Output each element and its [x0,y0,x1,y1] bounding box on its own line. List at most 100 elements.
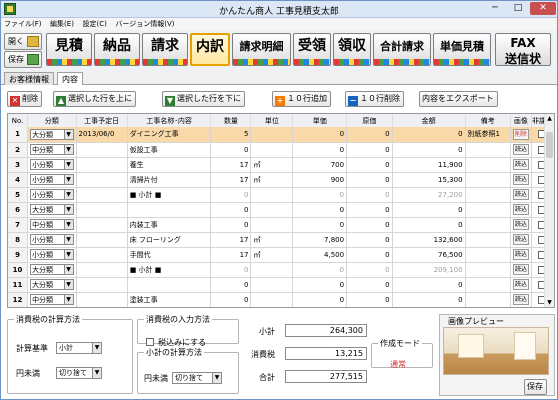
image-action-button[interactable]: 読込 [512,204,529,215]
table-row[interactable]: 3 小分類 ▼ 養生 17 ㎡ 700 0 11,900 読込 [8,157,554,173]
tax-rounding-select[interactable]: 切り捨て ▼ [56,367,102,379]
item-name-cell[interactable]: ■ 小計 ■ [127,187,212,203]
category-select[interactable]: 小分類 ▼ [27,232,77,248]
mode-button-unit-price-estimate[interactable]: 単価見積 [433,33,491,66]
category-combo[interactable]: 中分類 ▼ [30,294,74,305]
unit-cell[interactable] [250,127,294,143]
scroll-thumb[interactable] [546,132,553,158]
cost-cell[interactable]: 0 [346,277,393,293]
category-combo[interactable]: 小分類 ▼ [30,234,74,245]
table-row[interactable]: 12 中分類 ▼ 塗装工事 0 0 0 0 読込 [8,292,554,307]
column-header[interactable]: 原価 [346,114,393,127]
mode-button-estimate[interactable]: 見積 [46,33,92,66]
cost-cell[interactable]: 0 [346,202,393,218]
mode-button-invoice-detail[interactable]: 請求明細 [232,33,291,66]
category-select[interactable]: 中分類 ▼ [27,142,77,158]
delete-row-button[interactable]: ✕ 削除 [7,91,42,107]
image-action-button[interactable]: 読込 [512,174,529,185]
category-select[interactable]: 中分類 ▼ [27,217,77,233]
note-cell[interactable] [465,277,511,293]
amount-cell[interactable]: 0 [392,292,466,307]
unit-price-cell[interactable]: 0 [292,202,348,218]
unit-cell[interactable] [250,202,294,218]
item-name-cell[interactable]: ダイニング工事 [127,127,212,143]
delete-rows-button[interactable]: −１０行削除 [345,91,404,107]
note-cell[interactable] [465,172,511,188]
image-button[interactable]: 削除 [510,127,532,143]
table-row[interactable]: 5 小分類 ▼ ■ 小計 ■ 0 0 0 27,200 読込 [8,187,554,203]
schedule-date-cell[interactable]: 2013/06/0 [76,127,128,143]
table-row[interactable]: 1 大分類 ▼ 2013/06/0 ダイニング工事 5 0 0 0 別紙参照1 削除 [8,127,554,143]
quantity-cell[interactable]: 17 [210,172,252,188]
note-cell[interactable] [465,217,511,233]
cost-cell[interactable]: 0 [346,262,393,278]
quantity-cell[interactable]: 0 [210,202,252,218]
move-up-button[interactable]: ▲ 選択した行を上に [53,91,136,107]
image-action-button[interactable]: 読込 [512,159,529,170]
image-action-button[interactable]: 読込 [512,264,529,275]
item-name-cell[interactable]: 塗装工事 [127,292,212,307]
schedule-date-cell[interactable] [76,187,128,203]
image-action-button[interactable]: 読込 [512,249,529,260]
table-row[interactable]: 11 大分類 ▼ 0 0 0 0 読込 [8,277,554,293]
category-select[interactable]: 小分類 ▼ [27,187,77,203]
move-down-button[interactable]: ▼ 選択した行を下に [162,91,245,107]
cost-cell[interactable]: 0 [346,247,393,263]
amount-cell[interactable]: 0 [392,127,466,143]
schedule-date-cell[interactable] [76,232,128,248]
note-cell[interactable] [465,202,511,218]
tab-customer-info[interactable]: お客様情報 [4,72,54,85]
basis-select[interactable]: 小計 ▼ [56,342,102,354]
amount-cell[interactable]: 209,100 [392,262,466,278]
mode-button-breakdown[interactable]: 内訳 [190,33,230,66]
scroll-down-icon[interactable]: ▼ [545,298,554,307]
column-header[interactable]: No. [8,114,29,127]
image-button[interactable]: 読込 [510,277,532,293]
amount-cell[interactable]: 0 [392,217,466,233]
item-name-cell[interactable]: 内装工事 [127,217,212,233]
category-select[interactable]: 大分類 ▼ [27,262,77,278]
image-button[interactable]: 読込 [510,232,532,248]
image-action-button[interactable]: 読込 [512,234,529,245]
unit-price-cell[interactable]: 7,800 [292,232,348,248]
unit-cell[interactable]: ㎡ [250,247,294,263]
image-action-button[interactable]: 読込 [512,219,529,230]
menu-settings[interactable]: 設定(C) [79,18,109,30]
note-cell[interactable] [465,232,511,248]
amount-cell[interactable]: 27,200 [392,187,466,203]
image-action-button[interactable]: 読込 [512,189,529,200]
cost-cell[interactable]: 0 [346,292,393,307]
image-action-button[interactable]: 削除 [512,128,529,140]
quantity-cell[interactable]: 0 [210,142,252,158]
category-combo[interactable]: 中分類 ▼ [30,144,74,155]
table-row[interactable]: 8 小分類 ▼ 床 フローリング 17 ㎡ 7,800 0 132,600 読込 [8,232,554,248]
cost-cell[interactable]: 0 [346,187,393,203]
category-combo[interactable]: 小分類 ▼ [30,174,74,185]
category-combo[interactable]: 大分類 ▼ [30,279,74,290]
quantity-cell[interactable]: 0 [210,217,252,233]
unit-price-cell[interactable]: 4,500 [292,247,348,263]
amount-cell[interactable]: 0 [392,202,466,218]
schedule-date-cell[interactable] [76,277,128,293]
amount-cell[interactable]: 15,300 [392,172,466,188]
item-name-cell[interactable]: 床 フローリング [127,232,212,248]
image-button[interactable]: 読込 [510,247,532,263]
item-name-cell[interactable] [127,277,212,293]
mode-button-total-invoice[interactable]: 合計請求 [373,33,431,66]
schedule-date-cell[interactable] [76,217,128,233]
column-header[interactable]: 単位 [250,114,294,127]
menu-version[interactable]: バージョン情報(V) [112,18,177,30]
cost-cell[interactable]: 0 [346,157,393,173]
unit-cell[interactable] [250,262,294,278]
unit-cell[interactable]: ㎡ [250,232,294,248]
menu-edit[interactable]: 編集(E) [47,18,77,30]
image-button[interactable]: 読込 [510,217,532,233]
mode-button-invoice[interactable]: 請求 [142,33,188,66]
schedule-date-cell[interactable] [76,157,128,173]
table-row[interactable]: 10 大分類 ▼ ■ 小計 ■ 0 0 0 209,100 読込 [8,262,554,278]
category-select[interactable]: 小分類 ▼ [27,247,77,263]
image-button[interactable]: 読込 [510,187,532,203]
schedule-date-cell[interactable] [76,172,128,188]
item-name-cell[interactable]: 手間代 [127,247,212,263]
unit-price-cell[interactable]: 0 [292,142,348,158]
